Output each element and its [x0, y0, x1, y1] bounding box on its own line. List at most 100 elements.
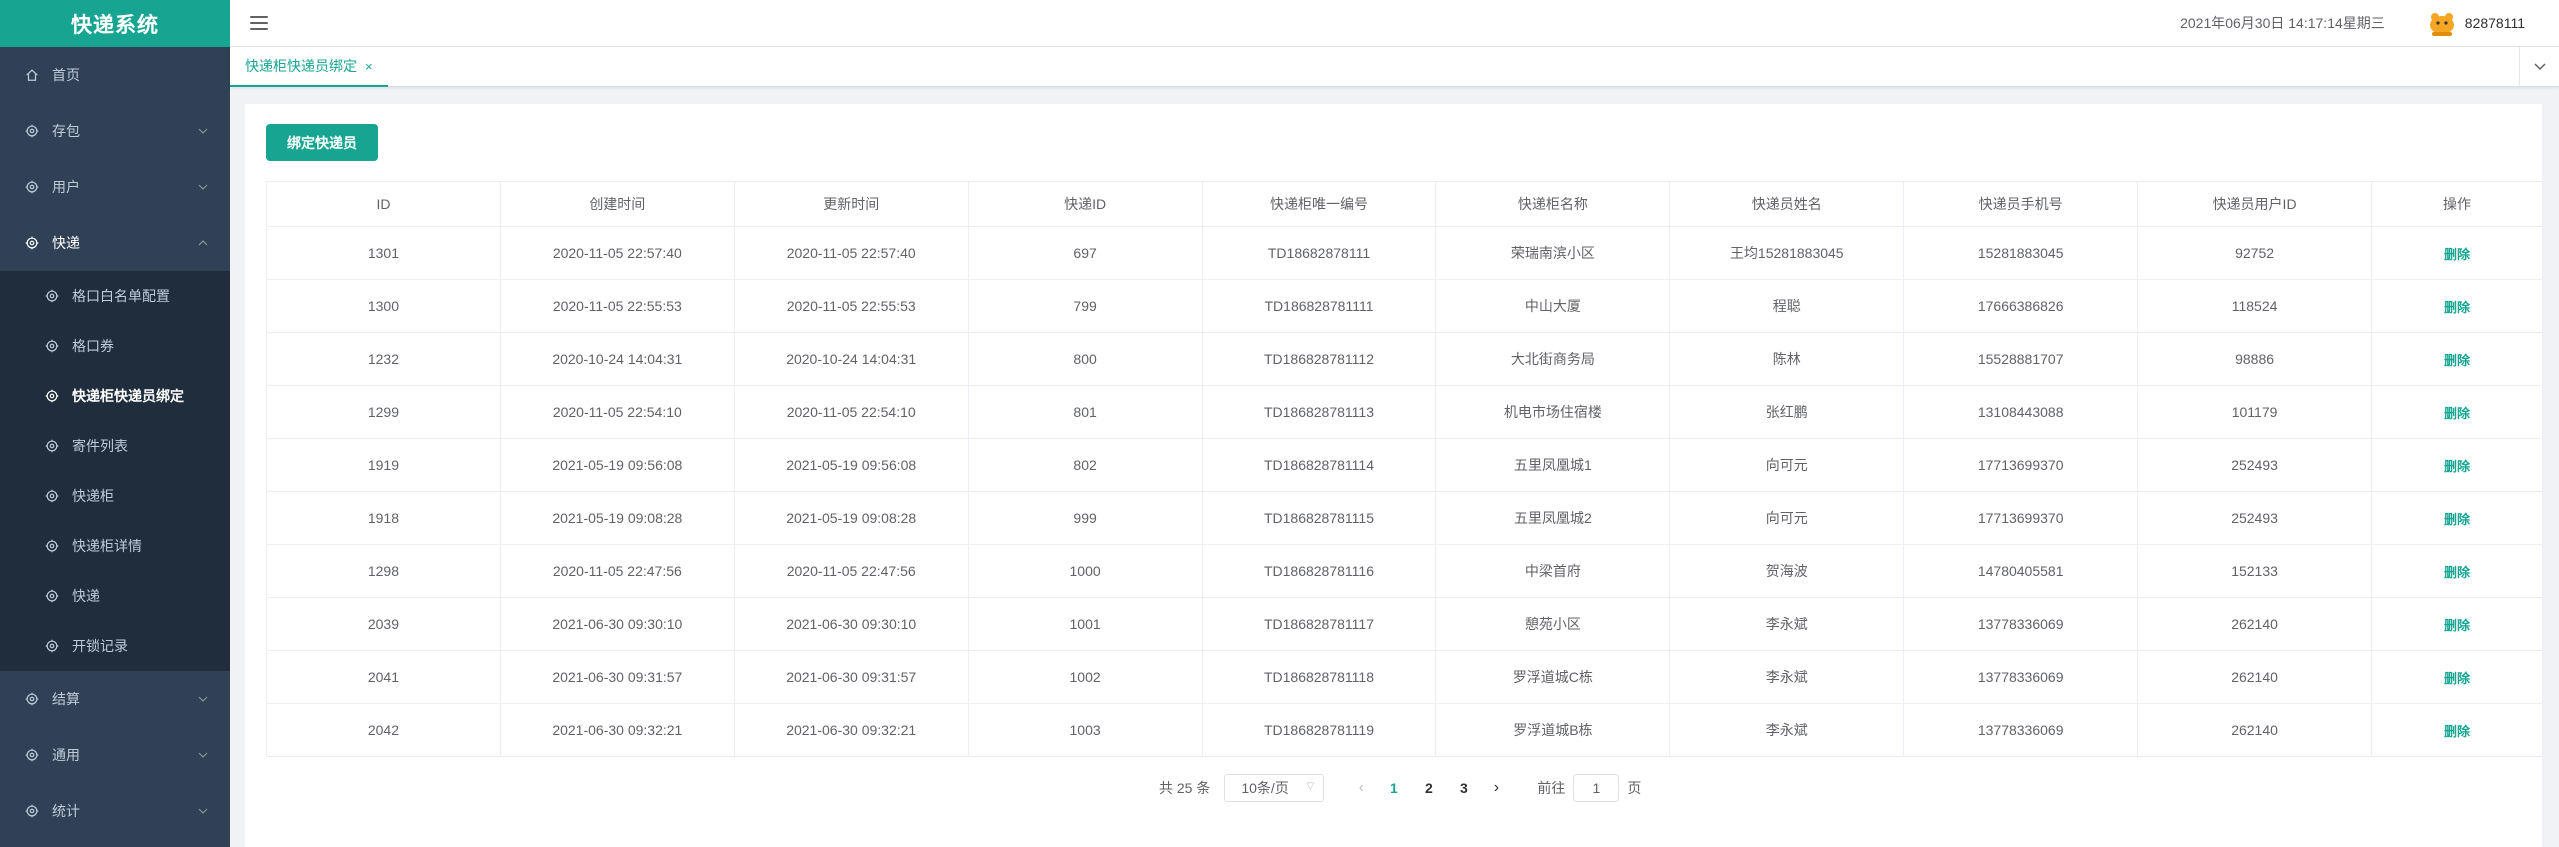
table-row: 2039 2021-06-30 09:30:10 2021-06-30 09:30:…	[266, 597, 2543, 651]
bind-courier-button[interactable]: 绑定快递员	[266, 124, 378, 161]
column-header[interactable]: 更新时间	[733, 181, 969, 227]
column-header[interactable]: 操作	[2371, 181, 2543, 227]
table-cell: 2020-11-05 22:57:40	[733, 226, 969, 280]
submenu-item-label: 格口白名单配置	[72, 288, 170, 304]
sidebar-item-2[interactable]: 用户	[0, 159, 230, 215]
delete-link[interactable]: 删除	[2371, 597, 2543, 651]
sidebar-item-label: 结算	[52, 691, 80, 707]
table-cell: TD186828781117	[1201, 597, 1437, 651]
submenu-item-0[interactable]: 格口白名单配置	[0, 271, 230, 321]
page-number[interactable]: 1	[1376, 780, 1411, 796]
gear-icon	[24, 123, 40, 139]
chevron-down-icon[interactable]	[2519, 47, 2559, 87]
table-cell: 2020-11-05 22:55:53	[733, 279, 969, 333]
close-icon[interactable]: ×	[365, 59, 373, 74]
column-header[interactable]: 创建时间	[499, 181, 735, 227]
table-cell: 2021-06-30 09:32:21	[733, 703, 969, 757]
goto-page-input[interactable]: 1	[1573, 774, 1620, 802]
table-body: 1301 2020-11-05 22:57:40 2020-11-05 22:57:…	[266, 226, 2543, 757]
table-row: 1299 2020-11-05 22:54:10 2020-11-05 22:54:…	[266, 385, 2543, 439]
avatar[interactable]	[2427, 8, 2457, 38]
submenu-item-6[interactable]: 快递	[0, 571, 230, 621]
tab-express-cabinet-courier-binding[interactable]: 快递柜快递员绑定 ×	[230, 47, 388, 87]
delete-link[interactable]: 删除	[2371, 544, 2543, 598]
table-cell: 262140	[2137, 650, 2373, 704]
username[interactable]: 82878111	[2465, 15, 2525, 31]
delete-link[interactable]: 删除	[2371, 332, 2543, 386]
table-cell: TD186828781118	[1201, 650, 1437, 704]
next-page-icon[interactable]: ›	[1481, 779, 1511, 797]
table-cell: 1003	[967, 703, 1203, 757]
table-cell: 李永斌	[1669, 597, 1905, 651]
chevron-down-icon	[198, 805, 208, 817]
sidebar-item-6[interactable]: 统计	[0, 783, 230, 839]
chevron-down-icon	[198, 125, 208, 137]
table-cell: TD186828781111	[1201, 279, 1437, 333]
sidebar-item-1[interactable]: 存包	[0, 103, 230, 159]
table-cell: 13108443088	[1903, 385, 2139, 439]
table-cell: 1000	[967, 544, 1203, 598]
delete-link[interactable]: 删除	[2371, 385, 2543, 439]
sidebar-item-4[interactable]: 结算	[0, 671, 230, 727]
top-header: 2021年06月30日 14:17:14星期三 82878111	[230, 0, 2559, 47]
hamburger-menu-icon[interactable]	[250, 16, 268, 30]
table-cell: TD186828781112	[1201, 332, 1437, 386]
page-number[interactable]: 3	[1446, 780, 1481, 796]
page-jump: 前往 1 页	[1537, 774, 1641, 802]
column-header[interactable]: 快递柜唯一编号	[1201, 181, 1437, 227]
prev-page-icon[interactable]: ‹	[1346, 779, 1376, 797]
table-cell: 98886	[2137, 332, 2373, 386]
table-cell: 252493	[2137, 438, 2373, 492]
submenu-item-7[interactable]: 开锁记录	[0, 621, 230, 671]
table-cell: 92752	[2137, 226, 2373, 280]
delete-link[interactable]: 删除	[2371, 650, 2543, 704]
column-header[interactable]: 快递ID	[967, 181, 1203, 227]
table-cell: 2041	[266, 650, 501, 704]
table-cell: 252493	[2137, 491, 2373, 545]
table-cell: 贺海波	[1669, 544, 1905, 598]
table-row: 2042 2021-06-30 09:32:21 2021-06-30 09:32:…	[266, 703, 2543, 757]
column-header[interactable]: 快递员用户ID	[2137, 181, 2373, 227]
sidebar-item-label: 首页	[52, 67, 80, 83]
submenu-item-1[interactable]: 格口券	[0, 321, 230, 371]
table-cell: 五里凤凰城2	[1435, 491, 1671, 545]
gear-icon	[44, 488, 60, 504]
page-size-value: 10条/页	[1241, 780, 1289, 796]
table-cell: 118524	[2137, 279, 2373, 333]
submenu-item-3[interactable]: 寄件列表	[0, 421, 230, 471]
table-cell: 1232	[266, 332, 501, 386]
table-cell: 2021-06-30 09:31:57	[499, 650, 735, 704]
column-header[interactable]: 快递员姓名	[1669, 181, 1905, 227]
delete-link[interactable]: 删除	[2371, 491, 2543, 545]
table-cell: 2020-10-24 14:04:31	[499, 332, 735, 386]
table-cell: 中山大厦	[1435, 279, 1671, 333]
submenu-item-label: 快递柜详情	[72, 538, 142, 554]
delete-link[interactable]: 删除	[2371, 226, 2543, 280]
chevron-down-icon	[198, 749, 208, 761]
gear-icon	[44, 288, 60, 304]
table-cell: 262140	[2137, 597, 2373, 651]
table-cell: 2021-05-19 09:08:28	[499, 491, 735, 545]
page-number[interactable]: 2	[1411, 780, 1446, 796]
delete-link[interactable]: 删除	[2371, 279, 2543, 333]
sidebar-item-3[interactable]: 快递	[0, 215, 230, 271]
gear-icon	[44, 588, 60, 604]
page-size-select[interactable]: 10条/页 ▽	[1224, 774, 1325, 802]
submenu-item-4[interactable]: 快递柜	[0, 471, 230, 521]
column-header[interactable]: ID	[266, 181, 501, 227]
table-cell: TD186828781119	[1201, 703, 1437, 757]
delete-link[interactable]: 删除	[2371, 438, 2543, 492]
table-cell: 李永斌	[1669, 650, 1905, 704]
column-header[interactable]: 快递员手机号	[1903, 181, 2139, 227]
delete-link[interactable]: 删除	[2371, 703, 2543, 757]
table-cell: 2021-06-30 09:31:57	[733, 650, 969, 704]
sidebar-item-0[interactable]: 首页	[0, 47, 230, 103]
submenu-item-2[interactable]: 快递柜快递员绑定	[0, 371, 230, 421]
table-cell: 张红鹏	[1669, 385, 1905, 439]
goto-prefix: 前往	[1537, 780, 1566, 796]
submenu-item-5[interactable]: 快递柜详情	[0, 521, 230, 571]
column-header[interactable]: 快递柜名称	[1435, 181, 1671, 227]
sidebar-item-5[interactable]: 通用	[0, 727, 230, 783]
main-content: 绑定快递员 ID 创建时间 更新时间 快递ID 快递柜唯一编号 快递柜名称 快递员姓名 快递员…	[245, 104, 2543, 847]
gear-icon	[24, 179, 40, 195]
